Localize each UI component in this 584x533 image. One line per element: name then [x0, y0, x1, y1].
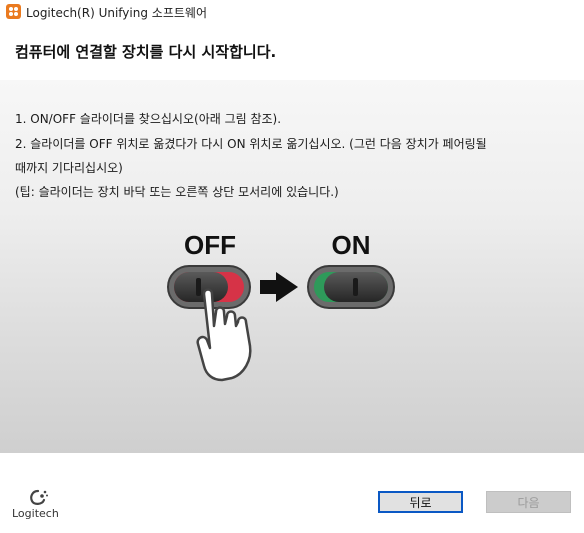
title-bar: Logitech(R) Unifying 소프트웨어 — [0, 0, 584, 24]
logitech-logo-icon — [30, 489, 48, 505]
header: 컴퓨터에 연결할 장치를 다시 시작합니다. — [0, 24, 584, 80]
arrow-right-icon — [260, 272, 298, 302]
on-label: ON — [332, 230, 371, 260]
page-heading: 컴퓨터에 연결할 장치를 다시 시작합니다. — [15, 43, 277, 61]
back-button[interactable]: 뒤로 — [378, 491, 463, 513]
logo-text: Logitech — [12, 507, 59, 520]
instruction-line-3: 때까지 기다리십시오) — [15, 161, 123, 175]
next-button[interactable]: 다음 — [486, 491, 571, 513]
content-area: 1. ON/OFF 슬라이더를 찾으십시오(아래 그림 참조). 2. 슬라이더… — [0, 80, 584, 453]
footer: Logitech 뒤로 다음 — [0, 453, 584, 533]
switch-illustration: OFF ON — [167, 230, 395, 382]
logitech-logo: Logitech — [12, 487, 72, 527]
window-title: Logitech(R) Unifying 소프트웨어 — [26, 6, 207, 20]
logitech-app-icon — [6, 4, 21, 19]
instruction-tip: (팁: 슬라이더는 장치 바닥 또는 오른쪽 상단 모서리에 있습니다.) — [15, 185, 339, 199]
instruction-line-2: 2. 슬라이더를 OFF 위치로 옮겼다가 다시 ON 위치로 옮기십시오. (… — [15, 137, 487, 151]
instruction-line-1: 1. ON/OFF 슬라이더를 찾으십시오(아래 그림 참조). — [15, 112, 282, 126]
on-switch — [307, 265, 395, 309]
off-label: OFF — [184, 230, 236, 260]
